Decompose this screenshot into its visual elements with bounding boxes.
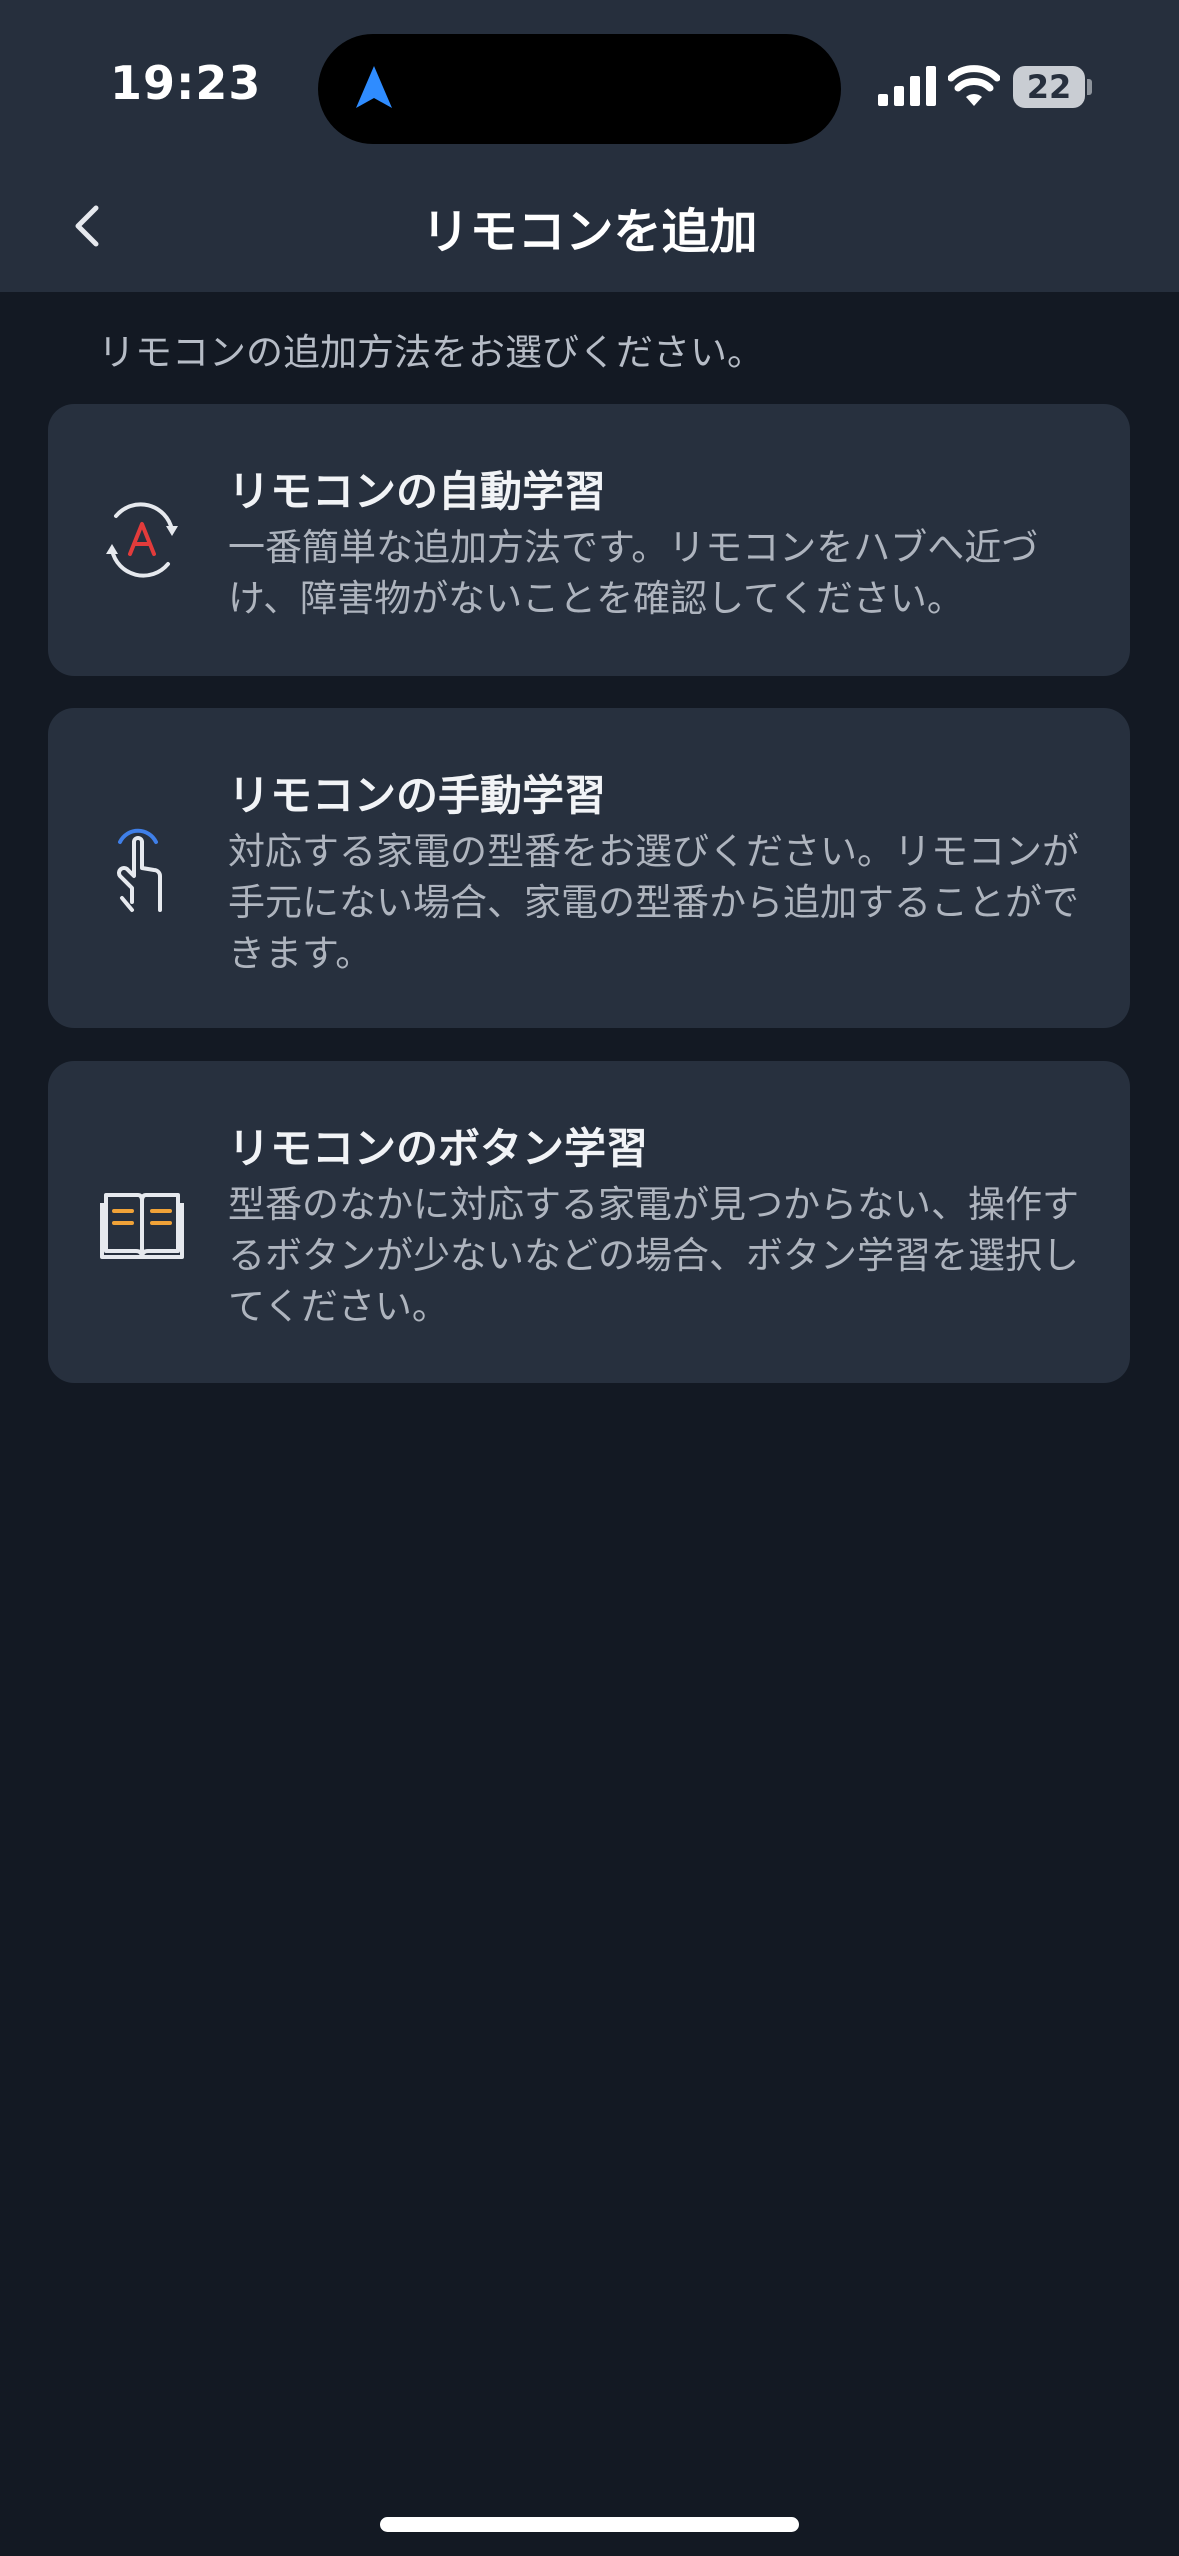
battery-indicator: 22	[1013, 66, 1093, 108]
manual-learn-option[interactable]: リモコンの手動学習 対応する家電の型番をお選びください。リモコンが手元にない場合…	[48, 708, 1130, 1028]
dynamic-island	[318, 34, 841, 144]
option-title: リモコンの手動学習	[228, 771, 607, 820]
battery-cap	[1087, 79, 1092, 95]
wifi-icon	[948, 65, 1000, 106]
option-title: リモコンのボタン学習	[228, 1124, 649, 1173]
cellular-signal-icon	[878, 66, 936, 106]
button-learn-option[interactable]: リモコンのボタン学習 型番のなかに対応する家電が見つからない、操作するボタンが少…	[48, 1061, 1130, 1383]
option-title: リモコンの自動学習	[228, 467, 607, 516]
page-title: リモコンを追加	[421, 204, 758, 260]
tap-hand-icon	[117, 828, 162, 912]
status-time: 19:23	[110, 56, 262, 110]
option-description: 一番簡単な追加方法です。リモコンをハブへ近づけ、障害物がないことを確認してくださ…	[228, 526, 1039, 620]
home-indicator[interactable]	[380, 2517, 799, 2532]
option-description: 対応する家電の型番をお選びください。リモコンが手元にない場合、家電の型番から追加…	[228, 830, 1079, 975]
battery-level: 22	[1026, 68, 1072, 106]
option-description: 型番のなかに対応する家電が見つからない、操作するボタンが少ないなどの場合、ボタン…	[228, 1183, 1079, 1328]
instruction-text: リモコンの追加方法をお選びください。	[98, 331, 764, 374]
header-bar: 19:23 22 リモコンを追加	[0, 0, 1179, 292]
open-book-icon	[100, 1193, 184, 1259]
refresh-a-icon	[106, 502, 178, 578]
auto-learn-option[interactable]: リモコンの自動学習 一番簡単な追加方法です。リモコンをハブへ近づけ、障害物がない…	[48, 404, 1130, 676]
location-arrow-icon	[356, 66, 392, 108]
